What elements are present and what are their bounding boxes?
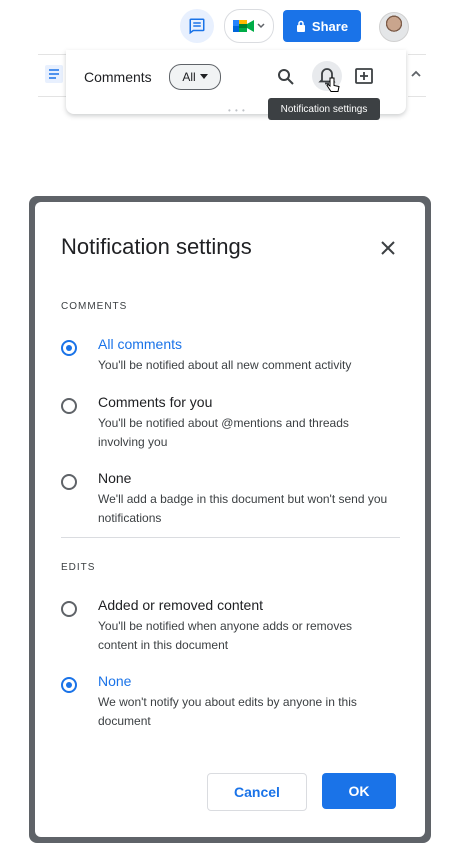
google-meet-icon xyxy=(233,20,254,32)
docs-toolbar: Share xyxy=(0,0,474,50)
option-description: You'll be notified when anyone adds or r… xyxy=(98,619,353,652)
option-title: Added or removed content xyxy=(98,597,263,613)
dialog-title: Notification settings xyxy=(61,234,252,259)
filter-label: All xyxy=(182,70,196,84)
option-title: None xyxy=(98,470,132,486)
option-description: We won't notify you about edits by anyon… xyxy=(98,695,357,728)
comments-title: Comments xyxy=(84,69,152,85)
option-description: You'll be notified about all new comment… xyxy=(98,358,352,372)
doc-divider xyxy=(408,96,426,97)
tooltip: Notification settings xyxy=(268,98,380,120)
option-title: None xyxy=(98,673,132,689)
comments-section-label: COMMENTS xyxy=(61,301,128,312)
radio-button[interactable] xyxy=(61,601,77,617)
notification-settings-button[interactable] xyxy=(312,61,342,92)
lock-icon xyxy=(296,20,305,32)
comment-history-icon xyxy=(189,18,205,35)
close-icon[interactable] xyxy=(378,238,398,258)
caret-down-icon xyxy=(199,74,208,79)
option-title: All comments xyxy=(98,336,183,352)
chevron-down-icon xyxy=(257,23,265,29)
option-description: You'll be notified about @mentions and t… xyxy=(98,416,349,449)
ok-button[interactable]: OK xyxy=(322,773,396,809)
radio-button-checked[interactable] xyxy=(61,340,77,356)
cancel-button[interactable]: Cancel xyxy=(207,773,307,811)
radio-button-checked[interactable] xyxy=(61,677,77,693)
search-icon[interactable] xyxy=(276,67,296,87)
share-button[interactable]: Share xyxy=(283,10,361,42)
cursor-hand-icon xyxy=(326,77,340,92)
section-divider xyxy=(61,537,400,538)
option-description: We'll add a badge in this document but w… xyxy=(98,492,388,525)
option-title: Comments for you xyxy=(98,394,213,410)
avatar[interactable] xyxy=(379,12,409,42)
share-label: Share xyxy=(311,18,349,34)
doc-divider xyxy=(408,54,426,55)
radio-button[interactable] xyxy=(61,398,77,414)
document-outline-icon[interactable] xyxy=(44,64,64,84)
edits-section-label: EDITS xyxy=(61,562,96,573)
comments-filter-dropdown[interactable]: All xyxy=(169,64,221,90)
notification-settings-dialog: Notification settings COMMENTS All comme… xyxy=(35,202,425,837)
drag-handle[interactable]: • • • xyxy=(228,106,246,115)
add-comment-icon[interactable] xyxy=(354,67,374,87)
meet-button[interactable] xyxy=(224,9,274,43)
comment-history-button[interactable] xyxy=(180,9,214,43)
dialog-frame: Notification settings COMMENTS All comme… xyxy=(29,196,431,843)
radio-button[interactable] xyxy=(61,474,77,490)
chevron-up-icon[interactable] xyxy=(408,66,424,82)
